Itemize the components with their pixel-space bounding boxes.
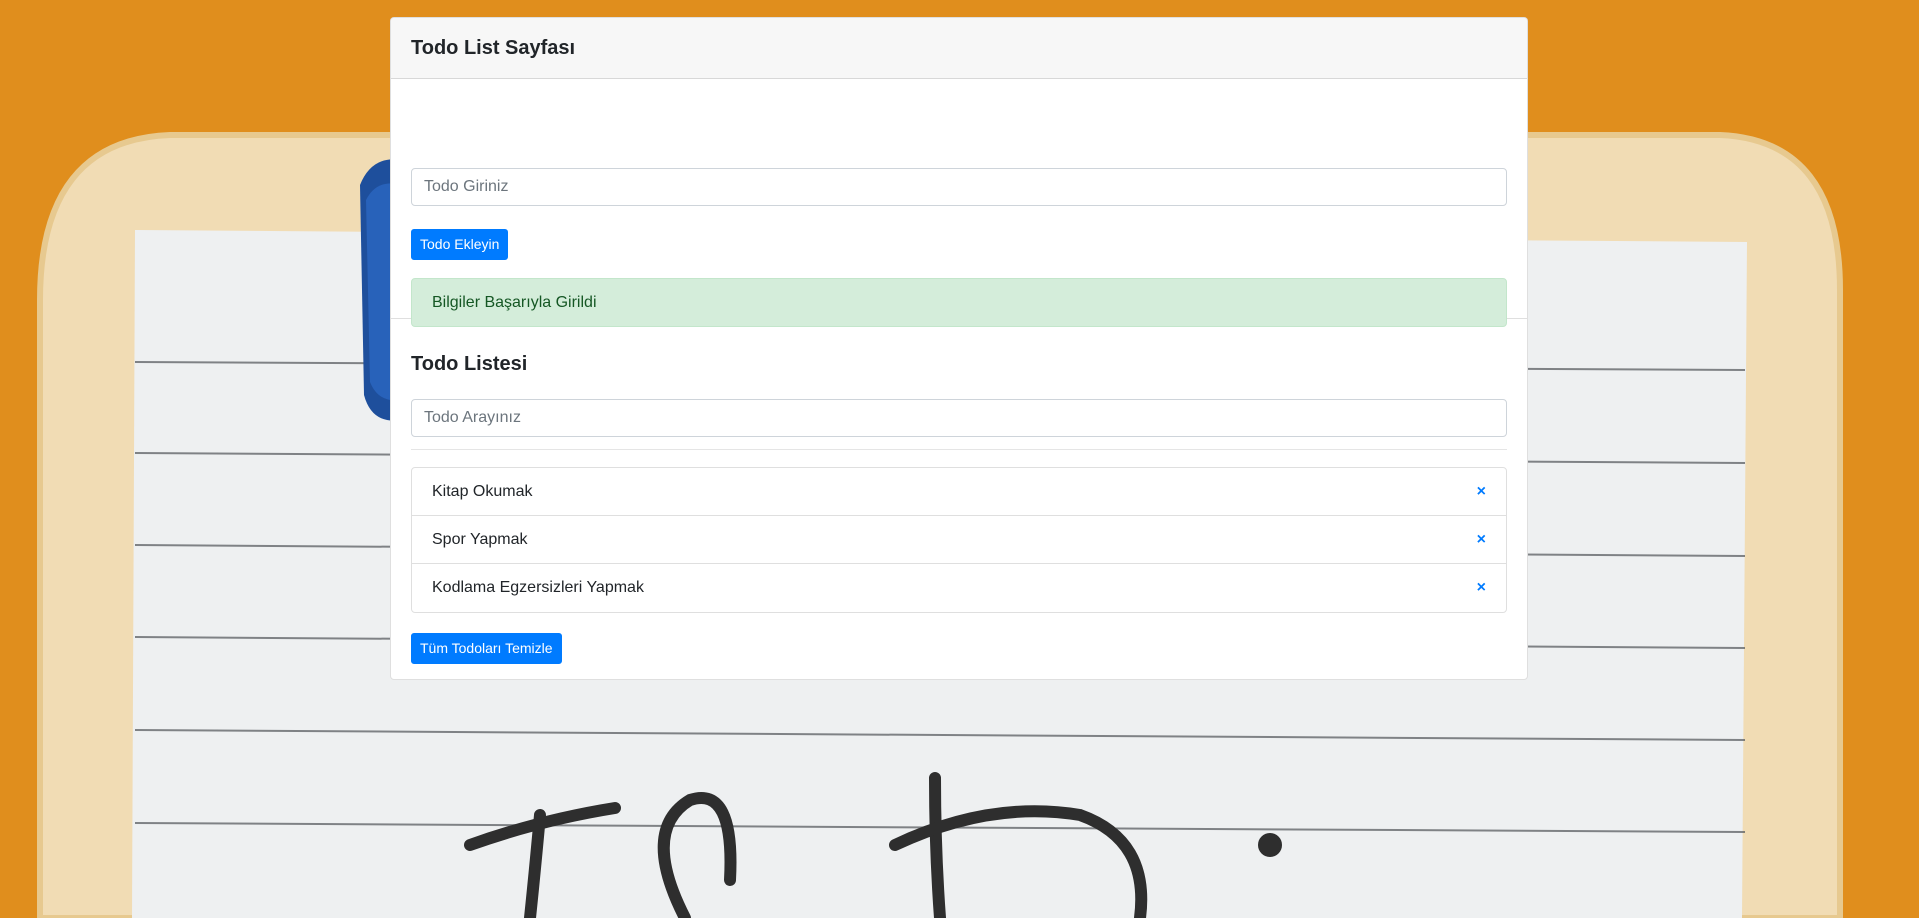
delete-icon[interactable]: × [1477, 580, 1486, 596]
success-alert: Bilgiler Başarıyla Girildi [411, 278, 1507, 327]
todo-item-label: Kodlama Egzersizleri Yapmak [432, 579, 644, 596]
todo-search-input[interactable] [411, 399, 1507, 437]
add-todo-section: Todo Ekleyin Bilgiler Başarıyla Girildi [391, 79, 1527, 327]
page-title: Todo List Sayfası [411, 36, 576, 59]
delete-icon[interactable]: × [1477, 483, 1486, 500]
todo-item-label: Kitap Okumak [432, 482, 533, 500]
todo-card: Todo List Sayfası Todo Ekleyin Bilgiler … [390, 17, 1528, 680]
delete-icon[interactable]: × [1477, 531, 1486, 548]
todo-item: Kitap Okumak × [412, 468, 1506, 516]
todo-list-title: Todo Listesi [411, 353, 528, 375]
add-todo-button[interactable]: Todo Ekleyin [411, 229, 509, 260]
todo-list: Kitap Okumak × Spor Yapmak × Kodlama Egz… [411, 467, 1507, 613]
todo-item: Spor Yapmak × [412, 516, 1506, 564]
todo-item: Kodlama Egzersizleri Yapmak × [412, 564, 1506, 612]
success-alert-text: Bilgiler Başarıyla Girildi [432, 293, 597, 311]
todo-input[interactable] [411, 168, 1507, 206]
divider [411, 449, 1507, 450]
card-header: Todo List Sayfası [391, 18, 1527, 79]
clear-todos-button[interactable]: Tüm Todoları Temizle [411, 633, 562, 664]
todo-item-label: Spor Yapmak [432, 530, 528, 548]
